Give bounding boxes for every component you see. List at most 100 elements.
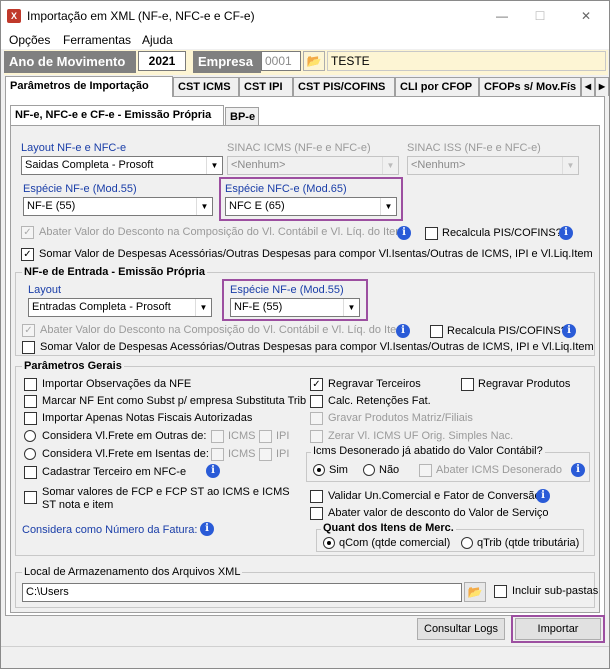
qcom-label: qCom (qtde comercial) [339, 537, 451, 549]
especie-nfce-select[interactable]: NFC E (65) ▼ [225, 197, 397, 216]
abater-desconto-servico-checkbox[interactable] [310, 507, 323, 520]
layout-nfe-select[interactable]: Saidas Completa - Prosoft ▼ [21, 156, 223, 175]
tab-scroll-right-icon[interactable]: ▶ [595, 77, 609, 96]
entrada-abater-checkbox[interactable]: ✓ [22, 324, 35, 337]
qcom-radio[interactable] [323, 537, 335, 549]
info-icon[interactable]: i [562, 324, 576, 338]
title-bar: X Importação em XML (NF-e, NFC-e e CF-e)… [1, 1, 609, 31]
somar-fcp-label: Somar valores de FCP e FCP ST ao ICMS e … [42, 486, 290, 511]
menu-opcoes[interactable]: Opções [9, 33, 50, 47]
importar-button[interactable]: Importar [515, 618, 601, 640]
somar-fcp-checkbox[interactable] [24, 491, 37, 504]
entrada-recalcula-checkbox[interactable] [430, 325, 443, 338]
frete-outras-radio[interactable] [24, 430, 36, 442]
cadastrar-terceiro-checkbox[interactable] [24, 466, 37, 479]
calc-retencoes-checkbox[interactable] [310, 395, 323, 408]
validar-un-checkbox[interactable] [310, 490, 323, 503]
qtrib-label: qTrib (qtde tributária) [477, 537, 580, 549]
cadastrar-terceiro-label: Cadastrar Terceiro em NFC-e [42, 466, 187, 478]
entrada-somar-label: Somar Valor de Despesas Acessórias/Outra… [40, 341, 594, 353]
tab-parametros-importacao[interactable]: Parâmetros de Importação [5, 76, 173, 97]
importar-apenas-checkbox[interactable] [24, 412, 37, 425]
abater-icms-des-label: Abater ICMS Desonerado [436, 464, 562, 476]
zerar-icms-checkbox[interactable] [310, 430, 323, 443]
status-bar-divider [1, 646, 609, 647]
entrada-especie-select[interactable]: NF-E (55) ▼ [230, 298, 360, 317]
regravar-produtos-checkbox[interactable] [461, 378, 474, 391]
chevron-down-icon: ▼ [196, 198, 212, 215]
local-group-title: Local de Armazenamento dos Arquivos XML [22, 566, 243, 578]
tab-panel: NF-e, NFC-e e CF-e - Emissão Própria BP-… [5, 96, 605, 616]
entrada-layout-select[interactable]: Entradas Completa - Prosoft ▼ [28, 298, 212, 317]
sinac-iss-select[interactable]: <Nenhum> ▼ [407, 156, 579, 175]
info-icon[interactable]: i [397, 226, 411, 240]
chevron-down-icon: ▼ [343, 299, 359, 316]
subtab-bp-e[interactable]: BP-e [225, 107, 259, 126]
importar-obs-checkbox[interactable] [24, 378, 37, 391]
importar-obs-label: Importar Observações da NFE [42, 378, 192, 390]
tab-cst-icms[interactable]: CST ICMS [173, 77, 239, 96]
info-icon[interactable]: i [571, 463, 585, 477]
info-icon[interactable]: i [396, 324, 410, 338]
frete-outras-icms-checkbox[interactable] [211, 430, 224, 443]
info-icon[interactable]: i [200, 522, 214, 536]
tab-cst-ipi[interactable]: CST IPI [239, 77, 293, 96]
especie-nfe-select[interactable]: NF-E (55) ▼ [23, 197, 213, 216]
tab-scroll-left-icon[interactable]: ◀ [581, 77, 595, 96]
recalcula-pis-checkbox[interactable] [425, 227, 438, 240]
especie-nfe-value: NF-E (55) [27, 200, 76, 212]
empresa-name-field: TESTE [327, 51, 606, 71]
close-icon[interactable]: ✕ [571, 5, 601, 27]
entrada-group-title: NF-e de Entrada - Emissão Própria [22, 266, 207, 278]
incluir-subpastas-checkbox[interactable] [494, 585, 507, 598]
frete-isentas-icms-checkbox[interactable] [211, 448, 224, 461]
frete-outras-ipi-label: IPI [276, 430, 290, 442]
abater-desconto-checkbox[interactable]: ✓ [21, 226, 34, 239]
calc-retencoes-label: Calc. Retenções Fat. [328, 395, 431, 407]
especie-nfce-value: NFC E (65) [229, 200, 285, 212]
icms-desonerado-group: Icms Desonerado já abatido do Valor Cont… [306, 445, 590, 482]
gravar-produtos-checkbox[interactable] [310, 412, 323, 425]
consultar-logs-button[interactable]: Consultar Logs [417, 618, 505, 640]
qtrib-radio[interactable] [461, 537, 473, 549]
zerar-icms-label: Zerar Vl. ICMS UF Orig. Simples Nac. [328, 430, 514, 442]
main-window: X Importação em XML (NF-e, NFC-e e CF-e)… [0, 0, 610, 669]
regravar-terceiros-checkbox[interactable]: ✓ [310, 378, 323, 391]
info-icon[interactable]: i [559, 226, 573, 240]
tab-cst-pis-cofins[interactable]: CST PIS/COFINS [293, 77, 395, 96]
regravar-produtos-label: Regravar Produtos [478, 378, 571, 390]
frete-isentas-ipi-checkbox[interactable] [259, 448, 272, 461]
menu-ferramentas[interactable]: Ferramentas [63, 33, 131, 47]
marcar-nf-checkbox[interactable] [24, 395, 37, 408]
maximize-icon[interactable]: ☐ [525, 5, 555, 27]
icms-des-nao-label: Não [379, 464, 400, 476]
sinac-icms-select[interactable]: <Nenhum> ▼ [227, 156, 399, 175]
frete-outras-label: Considera Vl.Frete em Outras de: [42, 430, 207, 442]
entrada-layout-label: Layout [28, 284, 62, 296]
empresa-search-icon[interactable]: 📂 [303, 51, 325, 71]
frete-isentas-radio[interactable] [24, 448, 36, 460]
minimize-icon[interactable]: — [487, 5, 517, 27]
gerais-group: Parâmetros Gerais Importar Observações d… [15, 360, 595, 556]
abater-icms-des-checkbox[interactable] [419, 464, 432, 477]
entrada-abater-label: Abater Valor do Desconto na Composição d… [40, 324, 406, 336]
menu-ajuda[interactable]: Ajuda [142, 33, 173, 47]
subtab-panel: Layout NF-e e NFC-e Saidas Completa - Pr… [10, 125, 600, 613]
subtab-emissao-propria[interactable]: NF-e, NFC-e e CF-e - Emissão Própria [10, 105, 224, 125]
folder-icon[interactable]: 📂 [464, 582, 486, 602]
frete-isentas-icms-label: ICMS [228, 448, 256, 460]
local-path-input[interactable]: C:\Users [22, 583, 462, 602]
sinac-icms-label: SINAC ICMS (NF-e e NFC-e) [227, 142, 371, 154]
somar-despesas-checkbox[interactable]: ✓ [21, 248, 34, 261]
info-icon[interactable]: i [536, 489, 550, 503]
entrada-recalcula-label: Recalcula PIS/COFINS? [447, 325, 567, 337]
empresa-code-input[interactable]: 0001 [261, 51, 301, 71]
frete-outras-ipi-checkbox[interactable] [259, 430, 272, 443]
ano-input[interactable]: 2021 [138, 51, 186, 71]
icms-des-nao-radio[interactable] [363, 464, 375, 476]
icms-des-sim-radio[interactable] [313, 464, 325, 476]
entrada-somar-checkbox[interactable] [22, 341, 35, 354]
tab-cfops-sem-mov[interactable]: CFOPs s/ Mov.Fís [479, 77, 581, 96]
tab-cli-por-cfop[interactable]: CLI por CFOP [395, 77, 479, 96]
info-icon[interactable]: i [206, 464, 220, 478]
